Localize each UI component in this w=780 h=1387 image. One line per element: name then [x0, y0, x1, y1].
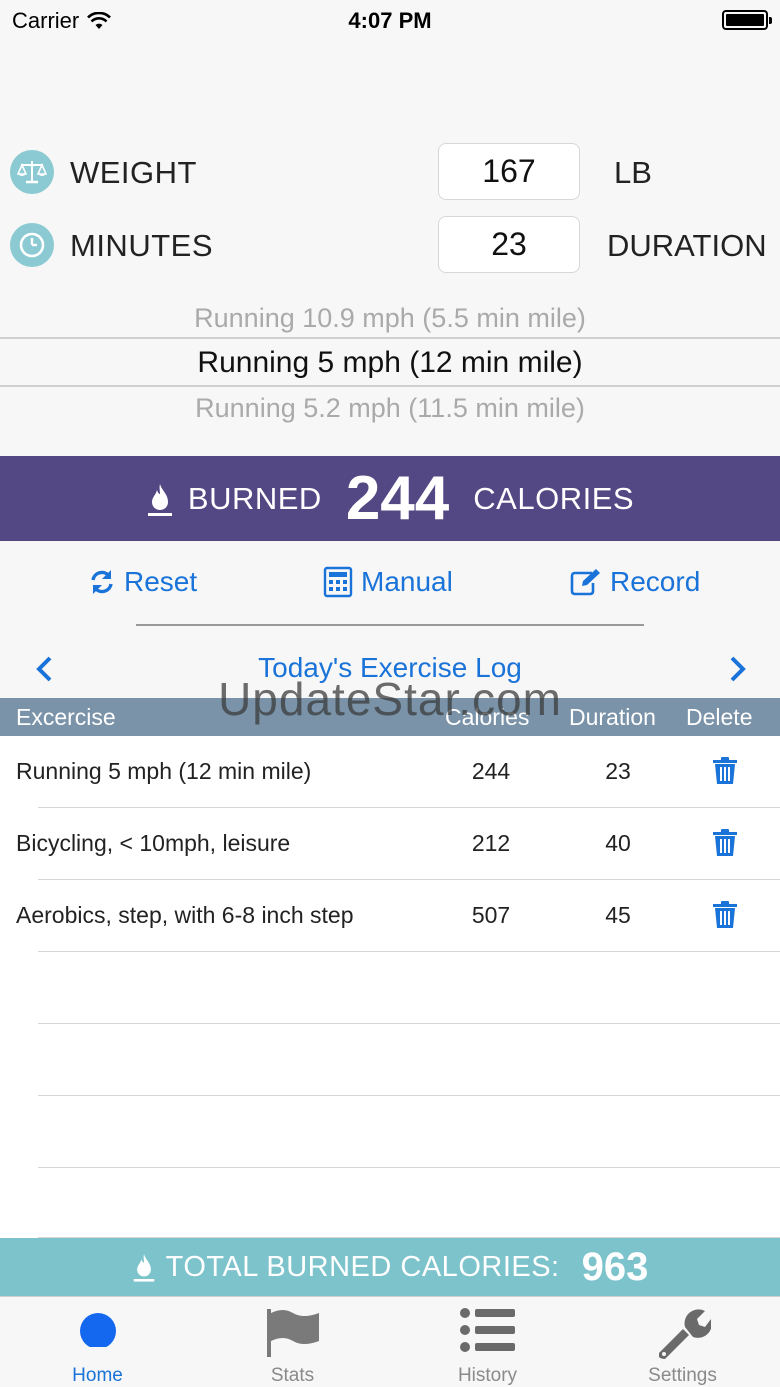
exercise-picker[interactable]: Running 10.9 mph (5.5 min mile) Running … — [0, 288, 780, 448]
list-icon — [459, 1308, 515, 1352]
action-bar: Reset Manual Record — [0, 560, 780, 608]
flame-icon — [133, 1254, 154, 1282]
burned-banner: BURNED 244 CALORIES — [0, 456, 780, 541]
exercise-cell: Running 5 mph (12 min mile) — [16, 758, 312, 784]
log-table: Running 5 mph (12 min mile) 244 23 Bicyc… — [0, 736, 780, 1238]
empty-row — [0, 952, 780, 1024]
total-label: TOTAL BURNED CALORIES: — [165, 1250, 560, 1283]
divider — [136, 624, 644, 626]
record-button[interactable]: Record — [570, 566, 700, 598]
reset-button[interactable]: Reset — [88, 566, 197, 598]
total-banner: TOTAL BURNED CALORIES: 963 — [0, 1238, 780, 1296]
clock-icon — [10, 223, 54, 267]
manual-label: Manual — [361, 566, 453, 597]
tab-home[interactable]: Home — [0, 1297, 195, 1387]
exercise-cell: Aerobics, step, with 6-8 inch step — [16, 902, 354, 928]
exercise-cell: Bicycling, < 10mph, leisure — [16, 830, 291, 856]
minutes-field[interactable]: 23 — [438, 216, 580, 273]
table-row: Aerobics, step, with 6-8 inch step 507 4… — [0, 880, 780, 952]
table-row: Bicycling, < 10mph, leisure 212 40 — [0, 808, 780, 880]
picker-bottom-line — [0, 385, 780, 387]
burned-value: 244 — [345, 464, 450, 533]
reset-label: Reset — [124, 566, 198, 597]
status-time: 4:07 PM — [348, 8, 432, 33]
picker-option-below[interactable]: Running 5.2 mph (11.5 min mile) — [0, 393, 780, 424]
duration-cell: 23 — [605, 758, 631, 784]
duration-cell: 40 — [605, 830, 631, 856]
trash-icon[interactable] — [712, 829, 738, 857]
record-label: Record — [610, 566, 701, 597]
calories-cell: 244 — [471, 758, 511, 784]
burned-prefix: BURNED — [187, 480, 322, 516]
battery-icon — [722, 10, 772, 30]
scale-icon — [10, 150, 54, 194]
minutes-unit: DURATION — [607, 228, 767, 263]
picker-option-above[interactable]: Running 10.9 mph (5.5 min mile) — [0, 303, 780, 334]
picker-top-line — [0, 337, 780, 339]
total-value: 963 — [581, 1244, 649, 1289]
weight-label: WEIGHT — [70, 155, 197, 190]
duration-cell: 45 — [605, 902, 631, 928]
tab-label: Stats — [270, 1365, 315, 1386]
tab-stats[interactable]: Stats — [195, 1297, 390, 1387]
tab-label: Settings — [648, 1365, 717, 1386]
calculator-icon — [323, 566, 353, 598]
flame-icon — [147, 483, 172, 516]
trash-icon[interactable] — [712, 901, 738, 929]
tab-label: Home — [72, 1365, 123, 1386]
tab-label: History — [457, 1365, 518, 1386]
tab-settings[interactable]: Settings — [585, 1297, 780, 1387]
table-row: Running 5 mph (12 min mile) 244 23 — [0, 736, 780, 808]
watermark: UpdateStar.com — [218, 673, 562, 725]
empty-row — [0, 1024, 780, 1096]
minutes-label: MINUTES — [70, 228, 213, 263]
status-bar: Carrier 4:07 PM — [0, 0, 780, 40]
trash-icon[interactable] — [712, 757, 738, 785]
minutes-row: MINUTES 23 DURATION — [0, 216, 780, 274]
weight-row: WEIGHT 167 LB — [0, 143, 780, 201]
burned-suffix: CALORIES — [473, 480, 635, 516]
refresh-icon — [91, 570, 113, 594]
flag-icon — [266, 1309, 319, 1357]
calories-cell: 507 — [471, 902, 511, 928]
manual-button[interactable]: Manual — [323, 566, 453, 598]
picker-option-selected[interactable]: Running 5 mph (12 min mile) — [0, 346, 780, 380]
weight-field[interactable]: 167 — [438, 143, 580, 200]
calories-cell: 212 — [471, 830, 511, 856]
circle-icon — [79, 1313, 116, 1347]
tab-bar: Home Stats History Settings — [0, 1296, 780, 1387]
empty-row — [0, 1166, 780, 1238]
empty-row — [0, 1096, 780, 1168]
weight-unit: LB — [614, 155, 652, 190]
tab-history[interactable]: History — [390, 1297, 585, 1387]
edit-icon — [570, 569, 600, 596]
wrench-icon — [658, 1309, 711, 1359]
